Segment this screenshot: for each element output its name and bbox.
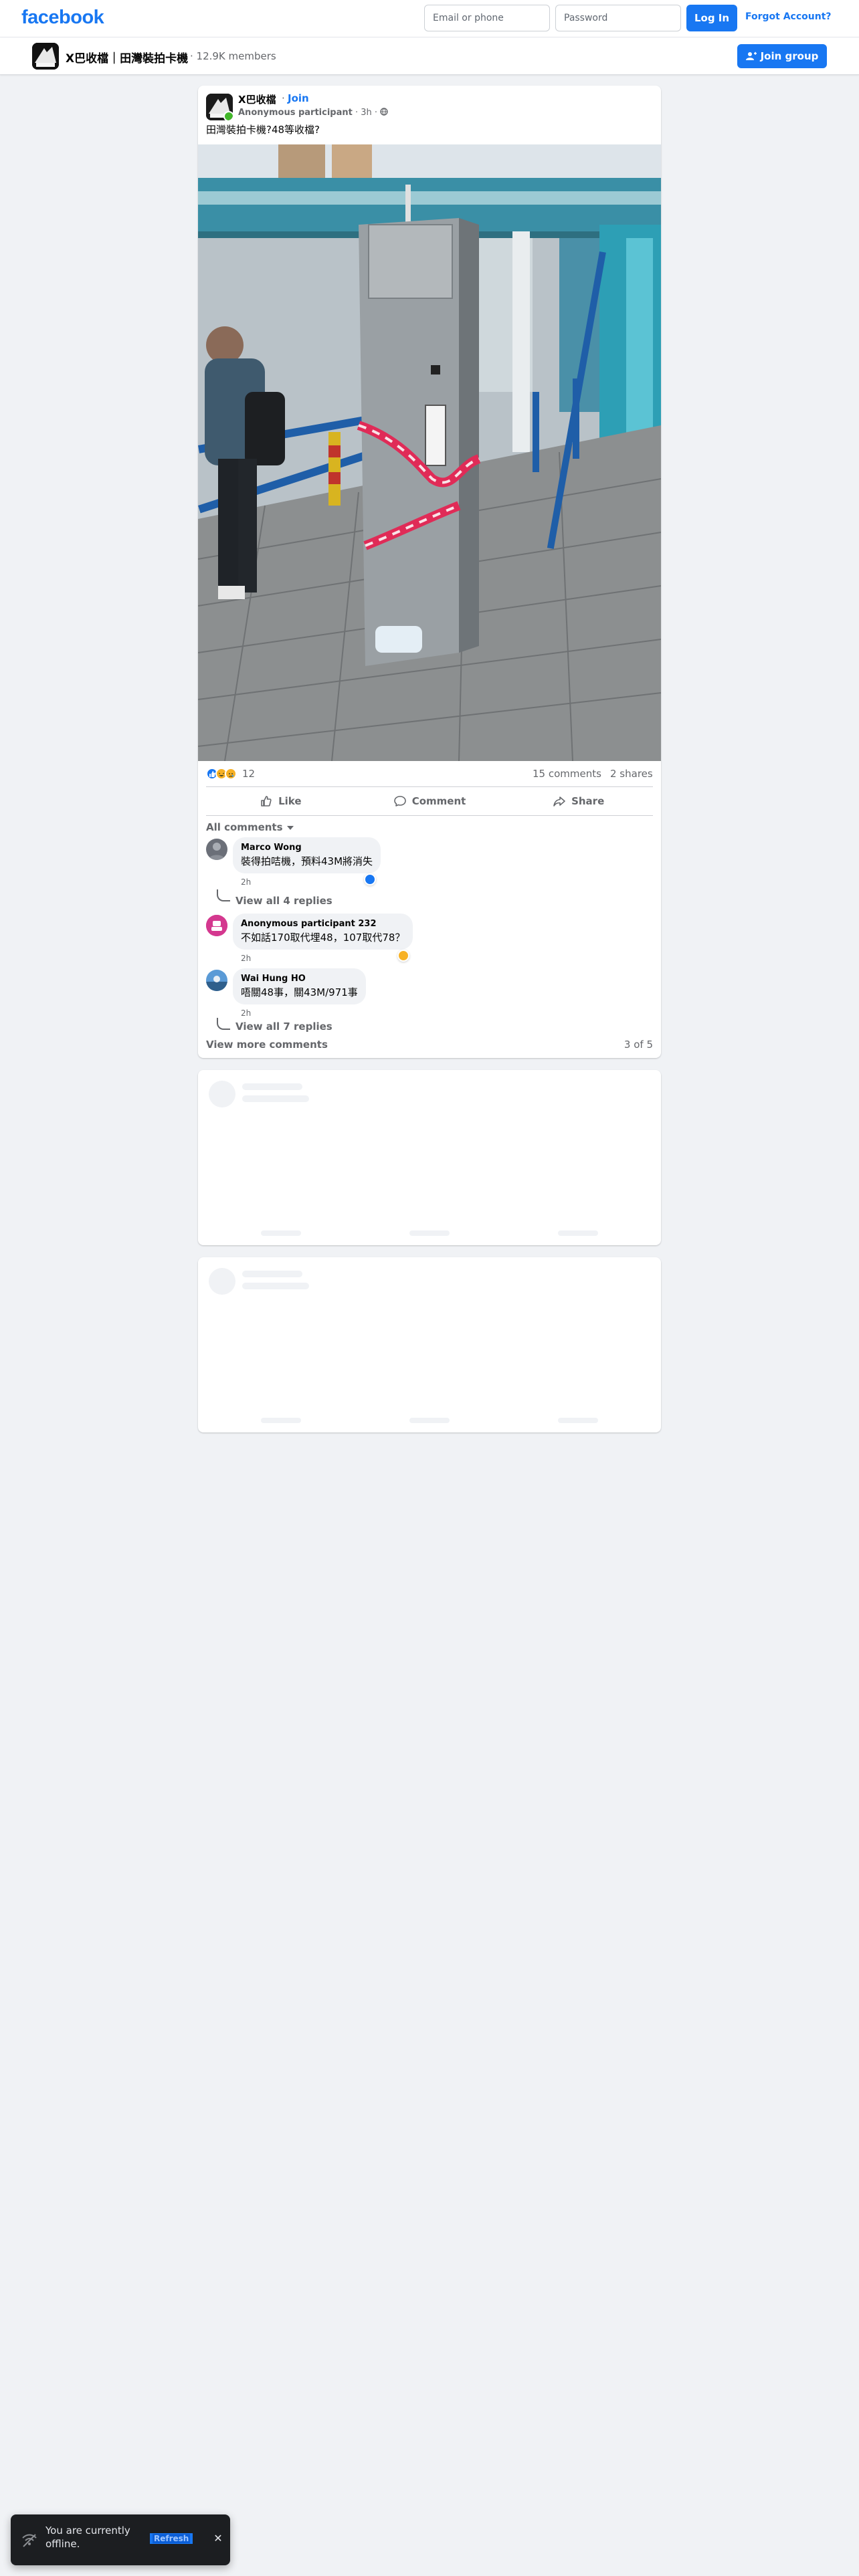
comment-time[interactable]: 2h xyxy=(241,954,251,963)
group-avatar[interactable] xyxy=(32,43,59,70)
email-field[interactable] xyxy=(424,5,550,31)
skeleton-line xyxy=(242,1083,302,1090)
like-label: Like xyxy=(278,795,302,807)
chevron-down-icon xyxy=(286,825,294,830)
share-button[interactable]: Share xyxy=(504,787,653,815)
post-action-bar: Like Comment Share xyxy=(206,786,653,816)
comment-bubble: Anonymous participant 232 不如話170取代埋48，10… xyxy=(233,914,413,950)
reply-thread-line xyxy=(217,1018,230,1030)
offline-toast: You are currently offline. Refresh ✕ xyxy=(11,2514,230,2565)
separator-dot: · xyxy=(282,92,285,104)
join-group-button[interactable]: Join group xyxy=(737,44,827,68)
group-member-count: · 12.9K members xyxy=(190,50,276,62)
shares-count[interactable]: 2 shares xyxy=(610,768,653,780)
comment-time[interactable]: 2h xyxy=(241,1008,251,1018)
all-comments-dropdown[interactable]: All comments xyxy=(206,821,294,833)
facebook-logo[interactable]: facebook xyxy=(21,7,104,29)
sad-reaction-icon xyxy=(225,768,237,780)
post-time[interactable]: · 3h · xyxy=(355,108,377,118)
offline-message: You are currently offline. xyxy=(45,2525,130,2550)
skeleton-line xyxy=(261,1418,301,1423)
comment-label: Comment xyxy=(411,795,466,807)
refresh-button[interactable]: Refresh xyxy=(150,2533,193,2544)
reaction-count[interactable]: 12 xyxy=(242,768,255,780)
offline-icon xyxy=(22,2534,37,2547)
group-header: X巴收檔｜田灣裝拍卡機 · 12.9K members Join group xyxy=(0,37,859,75)
post-text: 田灣裝拍卡機?48等收檔? xyxy=(206,124,320,136)
skeleton-line xyxy=(558,1230,598,1236)
comment-text: 不如話170取代埋48，107取代78？ xyxy=(241,932,405,944)
post-group-name[interactable]: X巴收檔 xyxy=(238,92,276,106)
commenter-avatar[interactable] xyxy=(206,839,227,860)
reaction-summary[interactable]: 12 xyxy=(206,768,255,780)
comment-pager: 3 of 5 xyxy=(624,1039,653,1051)
top-navigation-bar: facebook Log In Forgot Account? xyxy=(0,0,859,37)
reply-thread-line xyxy=(217,889,230,901)
comment-bubble: Wai Hung HO 唔關48事，關43M/971事 xyxy=(233,968,366,1004)
loading-post-placeholder xyxy=(198,1070,661,1245)
like-icon xyxy=(261,796,272,807)
commenter-name[interactable]: Anonymous participant 232 xyxy=(241,919,405,929)
haha-reaction-icon[interactable] xyxy=(397,950,409,962)
comment-bubble: Marco Wong 裝得拍咭機，預料43M將消失 xyxy=(233,837,381,873)
skeleton-line xyxy=(242,1283,309,1289)
skeleton-avatar xyxy=(209,1081,235,1107)
log-in-button[interactable]: Log In xyxy=(686,5,737,31)
post-photo[interactable] xyxy=(198,144,661,761)
view-more-comments-link[interactable]: View more comments xyxy=(206,1039,328,1051)
loading-post-placeholder xyxy=(198,1257,661,1432)
comments-count[interactable]: 15 comments xyxy=(533,768,601,780)
all-comments-label: All comments xyxy=(206,821,283,833)
comment-button[interactable]: Comment xyxy=(355,787,504,815)
commenter-name[interactable]: Marco Wong xyxy=(241,843,373,853)
group-name[interactable]: X巴收檔｜田灣裝拍卡機 xyxy=(66,49,188,66)
skeleton-line xyxy=(242,1095,309,1102)
like-button[interactable]: Like xyxy=(206,787,355,815)
post-author[interactable]: Anonymous participant xyxy=(238,108,353,118)
post-meta: Anonymous participant · 3h · xyxy=(238,108,388,118)
skeleton-line xyxy=(409,1418,450,1423)
view-replies-link[interactable]: View all 4 replies xyxy=(235,895,332,907)
commenter-avatar[interactable] xyxy=(206,970,227,991)
skeleton-avatar xyxy=(209,1268,235,1295)
forgot-account-link[interactable]: Forgot Account? xyxy=(745,11,832,22)
post-card: X巴收檔 · Join Anonymous participant · 3h ·… xyxy=(198,86,661,1058)
view-replies-link[interactable]: View all 7 replies xyxy=(235,1021,332,1033)
skeleton-line xyxy=(242,1271,302,1277)
skeleton-line xyxy=(558,1418,598,1423)
anonymous-avatar[interactable] xyxy=(206,915,227,936)
refresh-label: Refresh xyxy=(153,2534,191,2543)
join-group-icon xyxy=(745,51,757,60)
like-reaction-icon[interactable] xyxy=(364,873,376,885)
share-icon xyxy=(553,796,565,807)
comment-text: 唔關48事，關43M/971事 xyxy=(241,986,358,998)
share-label: Share xyxy=(571,795,605,807)
comment-text: 裝得拍咭機，預料43M將消失 xyxy=(241,855,373,867)
join-group-label: Join group xyxy=(760,50,819,62)
password-field[interactable] xyxy=(555,5,681,31)
post-join-link[interactable]: Join xyxy=(288,92,309,104)
globe-icon xyxy=(380,108,388,116)
skeleton-line xyxy=(261,1230,301,1236)
commenter-name[interactable]: Wai Hung HO xyxy=(241,974,358,984)
close-icon[interactable]: ✕ xyxy=(211,2532,225,2545)
post-group-avatar[interactable] xyxy=(206,94,233,120)
comment-icon xyxy=(393,796,406,807)
comment-time[interactable]: 2h xyxy=(241,877,251,887)
anonymous-badge xyxy=(223,111,233,120)
skeleton-line xyxy=(409,1230,450,1236)
